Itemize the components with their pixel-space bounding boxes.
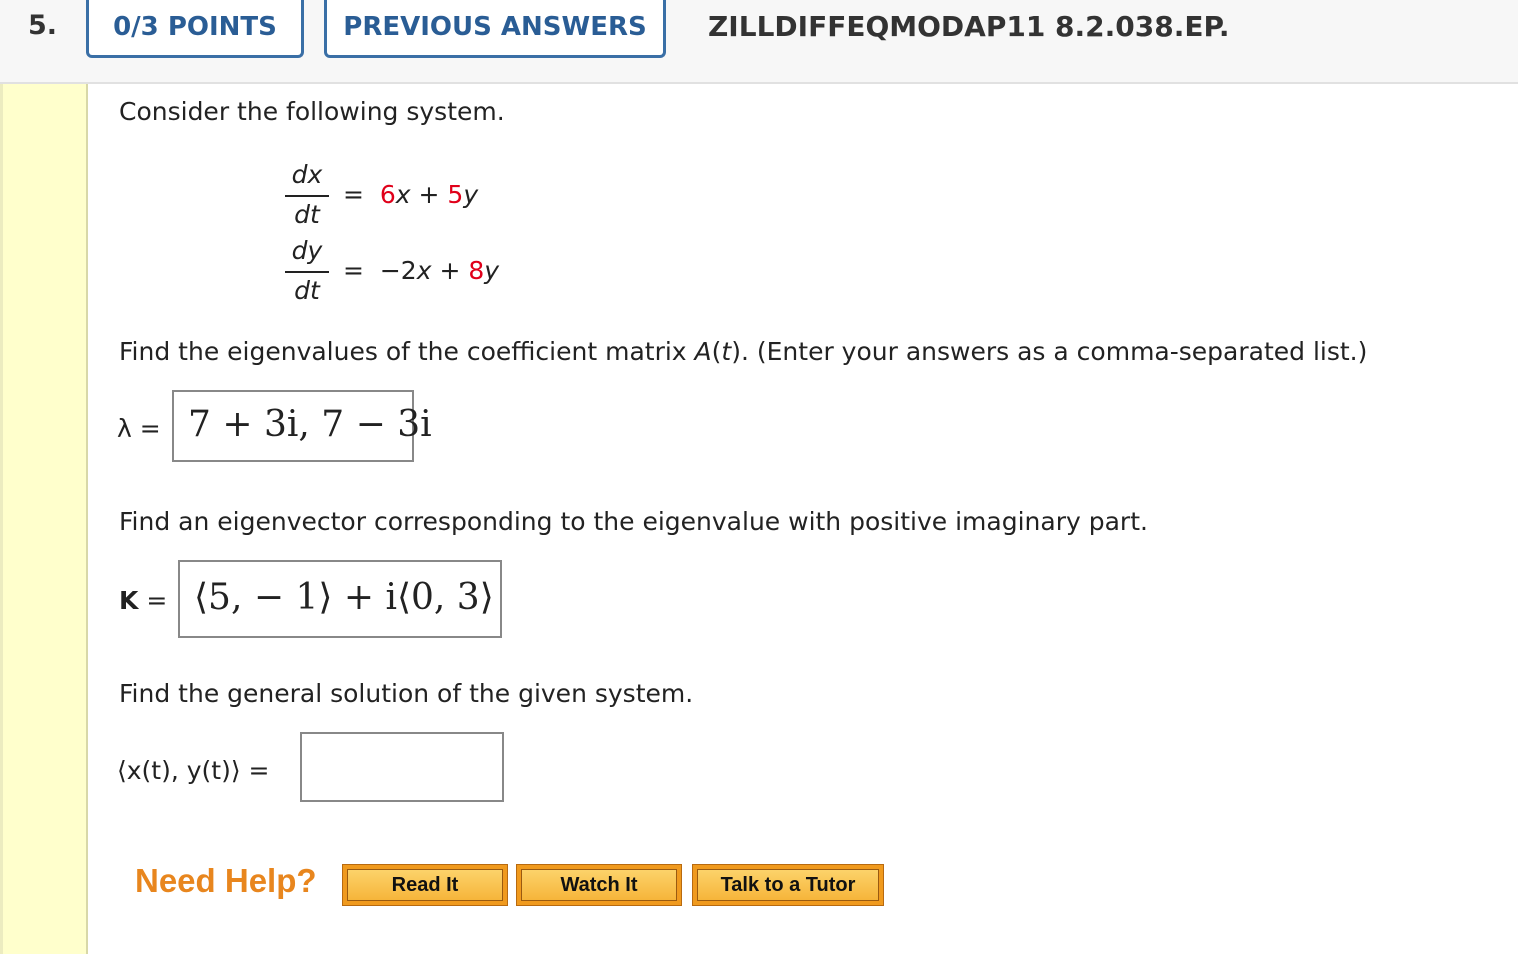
fraction-numerator: dy bbox=[291, 236, 323, 265]
solution-label: ⟨x(t), y(t)⟩ = bbox=[117, 756, 270, 785]
question-id: ZILLDIFFEQMODAP11 8.2.038.EP. bbox=[708, 10, 1230, 43]
coefficient: 8 bbox=[468, 256, 485, 285]
read-it-button[interactable]: Read It bbox=[342, 864, 508, 906]
coefficient: −2 bbox=[379, 256, 417, 285]
prompt-text: ). (Enter your answers as a comma-separa… bbox=[731, 337, 1368, 366]
button-label: Watch It bbox=[521, 869, 677, 901]
points-button[interactable]: 0/3 POINTS bbox=[86, 0, 304, 58]
eigenvector-answer-field[interactable]: ⟨5, − 1⟩ + i⟨0, 3⟩ bbox=[178, 560, 502, 638]
paren: ( bbox=[711, 337, 722, 366]
derivative-dy-dt: dy dt bbox=[285, 236, 329, 305]
fraction-denominator: dt bbox=[294, 200, 320, 229]
variable: y bbox=[484, 256, 500, 285]
watch-it-button[interactable]: Watch It bbox=[516, 864, 682, 906]
variable: y bbox=[463, 180, 479, 209]
question-sidebar bbox=[0, 84, 88, 954]
general-solution-prompt: Find the general solution of the given s… bbox=[119, 679, 694, 708]
button-label: Talk to a Tutor bbox=[697, 869, 879, 901]
eigenvector-label: K = bbox=[119, 586, 167, 615]
fraction-bar bbox=[285, 271, 329, 273]
fraction-bar bbox=[285, 195, 329, 197]
coefficient: 6 bbox=[379, 180, 396, 209]
general-solution-answer-field[interactable] bbox=[300, 732, 504, 802]
question-number: 5. bbox=[28, 10, 58, 41]
prompt-text: Find the eigenvalues of the coefficient … bbox=[119, 337, 695, 366]
previous-answers-button[interactable]: PREVIOUS ANSWERS bbox=[324, 0, 666, 58]
equation-2-rhs: = −2x + 8y bbox=[343, 256, 499, 285]
eigenvalue-prompt: Find the eigenvalues of the coefficient … bbox=[119, 337, 1367, 366]
equals-sign: = bbox=[146, 586, 168, 615]
equation-1-rhs: = 6x + 5y bbox=[343, 180, 478, 209]
matrix-symbol: A bbox=[694, 337, 712, 366]
k-symbol: K bbox=[119, 586, 139, 615]
talk-to-tutor-button[interactable]: Talk to a Tutor bbox=[692, 864, 884, 906]
operator: + bbox=[439, 256, 461, 285]
variable: t bbox=[721, 337, 732, 366]
coefficient: 5 bbox=[447, 180, 464, 209]
derivative-dx-dt: dx dt bbox=[285, 160, 329, 229]
lambda-label: λ = bbox=[117, 414, 161, 443]
variable: x bbox=[395, 180, 411, 209]
fraction-denominator: dt bbox=[294, 276, 320, 305]
button-label: Read It bbox=[347, 869, 503, 901]
operator: + bbox=[418, 180, 440, 209]
equals-sign: = bbox=[343, 180, 364, 209]
question-header: 5. 0/3 POINTS PREVIOUS ANSWERS ZILLDIFFE… bbox=[0, 0, 1518, 84]
eigenvalue-answer-field[interactable]: 7 + 3i, 7 − 3i bbox=[172, 390, 432, 462]
fraction-numerator: dx bbox=[291, 160, 323, 189]
eigenvector-prompt: Find an eigenvector corresponding to the… bbox=[119, 507, 1148, 536]
variable: x bbox=[416, 256, 432, 285]
equals-sign: = bbox=[343, 256, 364, 285]
need-help-label: Need Help? bbox=[135, 862, 317, 899]
intro-text: Consider the following system. bbox=[119, 97, 505, 126]
